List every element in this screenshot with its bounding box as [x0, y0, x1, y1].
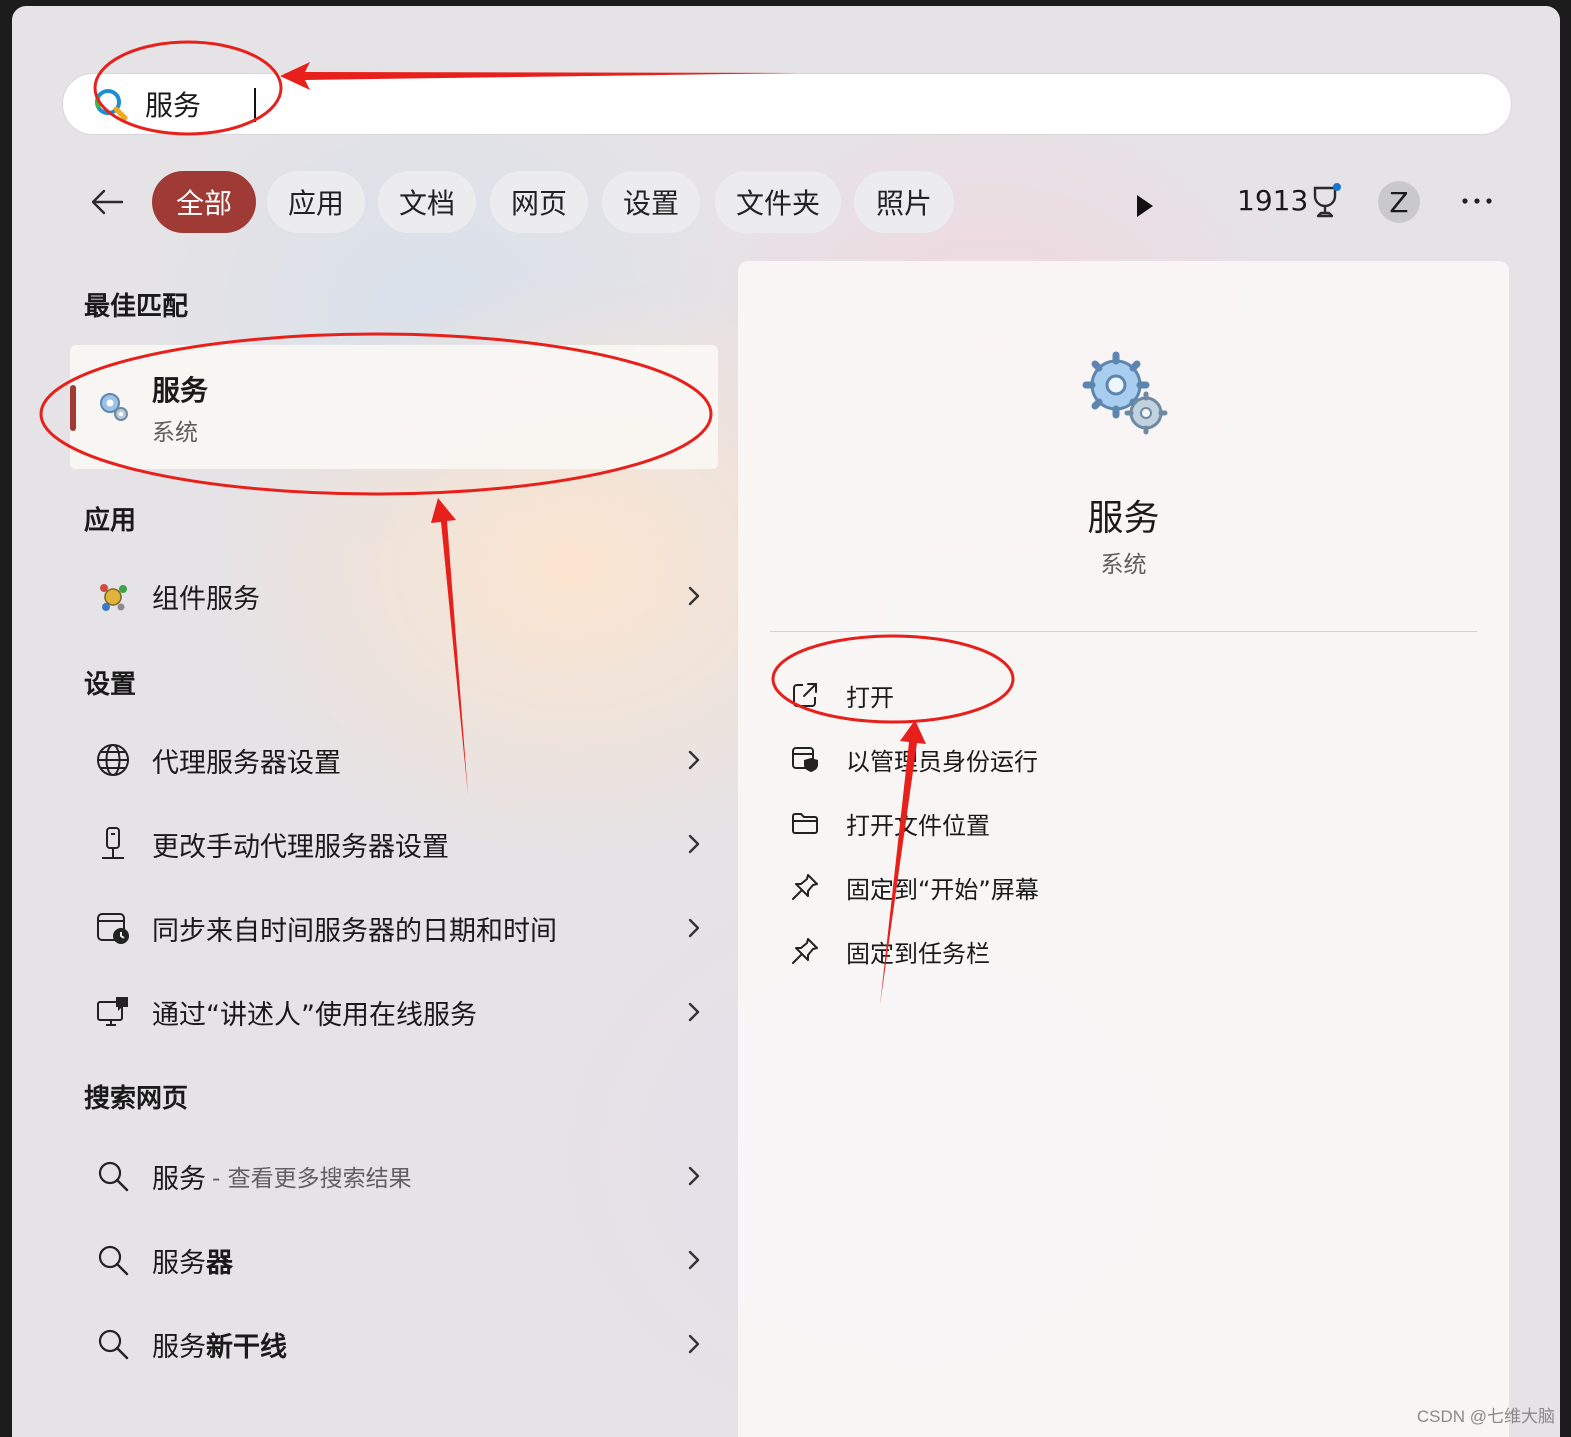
chevron-right-icon — [688, 1250, 700, 1270]
tab-documents[interactable]: 文档 — [378, 171, 476, 233]
web-search-label: 服务器 — [152, 1247, 233, 1279]
tab-settings[interactable]: 设置 — [602, 171, 700, 233]
calendar-clock-icon — [94, 909, 132, 947]
pin-icon — [792, 874, 818, 900]
open-external-icon — [793, 683, 817, 707]
more-options-button[interactable] — [1457, 191, 1497, 211]
play-icon — [1137, 195, 1153, 217]
list-item[interactable]: 组件服务 — [84, 566, 704, 626]
watermark: CSDN @七维大脑 — [1416, 1407, 1555, 1426]
apps-heading: 应用 — [84, 506, 137, 536]
tab-folders[interactable]: 文件夹 — [715, 171, 841, 233]
action-open[interactable]: 打开 — [790, 673, 894, 717]
detail-subtitle: 系统 — [1100, 552, 1147, 578]
back-button[interactable] — [88, 182, 128, 222]
search-icon — [94, 1325, 132, 1363]
admin-shield-icon — [792, 747, 818, 772]
chevron-right-icon — [688, 586, 700, 606]
list-item-label: 组件服务 — [152, 583, 260, 615]
folder-icon — [792, 813, 818, 834]
list-item[interactable]: 更改手动代理服务器设置 — [84, 814, 704, 874]
text-caret — [254, 88, 256, 122]
action-label: 以管理员身份运行 — [846, 747, 1038, 776]
globe-icon — [94, 741, 132, 779]
web-search-label: 服务新干线 — [152, 1331, 287, 1363]
tab-apps[interactable]: 应用 — [267, 171, 365, 233]
list-item-label: 通过“讲述人”使用在线服务 — [152, 999, 477, 1031]
chevron-right-icon — [688, 1002, 700, 1022]
search-window: 全部 应用 文档 网页 设置 文件夹 照片 1913 Z 最佳匹配 — [12, 6, 1560, 1437]
narrator-icon — [94, 993, 132, 1031]
detail-panel: 服务 系统 打开 以管理员身份运行 打开文件位置 固定到“开始”屏幕 固定到任务… — [738, 261, 1509, 1437]
list-item-label: 更改手动代理服务器设置 — [152, 831, 449, 863]
best-match-item[interactable]: 服务 系统 — [70, 345, 718, 469]
search-app-icon — [91, 84, 131, 124]
web-search-hint: - 查看更多搜索结果 — [212, 1166, 412, 1192]
action-run-as-admin[interactable]: 以管理员身份运行 — [790, 737, 1038, 781]
play-button[interactable] — [1124, 186, 1164, 226]
action-pin-to-start[interactable]: 固定到“开始”屏幕 — [790, 865, 1039, 909]
chevron-right-icon — [688, 918, 700, 938]
list-item-label: 代理服务器设置 — [152, 747, 341, 779]
tab-all[interactable]: 全部 — [152, 171, 256, 233]
chevron-right-icon — [688, 750, 700, 770]
avatar[interactable]: Z — [1378, 181, 1420, 223]
best-match-heading: 最佳匹配 — [84, 292, 189, 322]
tab-photos[interactable]: 照片 — [854, 171, 954, 233]
web-search-item[interactable]: 服务器 — [84, 1230, 704, 1290]
arrow-left-icon — [91, 189, 124, 215]
settings-heading: 设置 — [84, 670, 137, 700]
network-device-icon — [94, 825, 132, 863]
search-input[interactable] — [145, 80, 1445, 128]
trophy-icon[interactable] — [1309, 182, 1343, 222]
gears-icon — [1080, 349, 1170, 439]
best-match-subtitle: 系统 — [152, 420, 198, 446]
action-label: 打开 — [846, 683, 894, 712]
chevron-right-icon — [688, 1334, 700, 1354]
list-item-label: 同步来自时间服务器的日期和时间 — [152, 915, 557, 947]
divider — [770, 631, 1477, 632]
list-item[interactable]: 通过“讲述人”使用在线服务 — [84, 982, 704, 1042]
chevron-right-icon — [688, 834, 700, 854]
action-label: 固定到“开始”屏幕 — [846, 875, 1039, 904]
gears-icon — [96, 389, 132, 425]
action-label: 打开文件位置 — [846, 811, 990, 840]
web-search-item[interactable]: 服务新干线 — [84, 1314, 704, 1374]
chevron-right-icon — [688, 1166, 700, 1186]
web-search-item[interactable]: 服务 - 查看更多搜索结果 — [84, 1146, 704, 1206]
pin-icon — [792, 938, 818, 964]
component-services-icon — [94, 577, 132, 615]
list-item[interactable]: 同步来自时间服务器的日期和时间 — [84, 898, 704, 958]
action-label: 固定到任务栏 — [846, 939, 990, 968]
search-web-heading: 搜索网页 — [84, 1084, 189, 1114]
detail-title: 服务 — [1087, 498, 1160, 539]
ellipsis-icon — [1462, 198, 1492, 204]
rewards-points[interactable]: 1913 — [1237, 184, 1308, 217]
search-icon — [94, 1157, 132, 1195]
web-search-label: 服务 — [152, 1163, 206, 1195]
action-open-file-location[interactable]: 打开文件位置 — [790, 801, 990, 845]
selection-indicator — [70, 385, 76, 431]
action-pin-to-taskbar[interactable]: 固定到任务栏 — [790, 929, 990, 973]
tab-web[interactable]: 网页 — [490, 171, 588, 233]
list-item[interactable]: 代理服务器设置 — [84, 730, 704, 790]
search-icon — [94, 1241, 132, 1279]
best-match-title: 服务 — [152, 374, 209, 407]
search-bar[interactable] — [62, 73, 1512, 135]
